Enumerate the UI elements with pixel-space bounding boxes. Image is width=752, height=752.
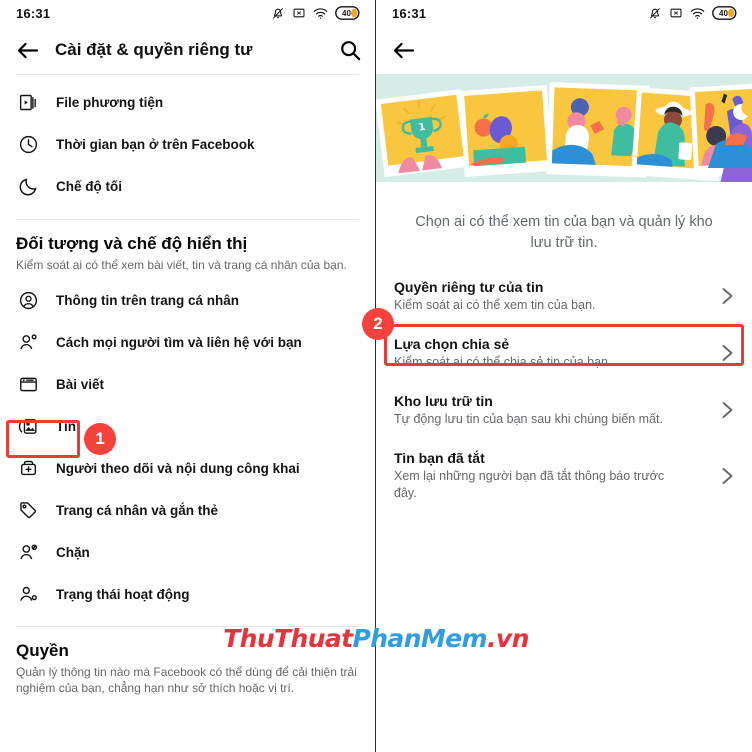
- status-time: 16:31: [392, 5, 427, 21]
- person-search-icon: [16, 331, 40, 355]
- x-box-icon: [670, 8, 682, 18]
- option-title: Kho lưu trữ tin: [394, 392, 493, 409]
- option-title: Lựa chọn chia sẻ: [394, 335, 510, 352]
- section-subtitle: Quản lý thông tin nào mà Facebook có thể…: [16, 664, 357, 696]
- option-text: Quyền riêng tư của tin Kiểm soát ai có t…: [394, 279, 708, 314]
- sidebar-item-label: Trạng thái hoạt động: [56, 587, 190, 603]
- back-arrow-icon[interactable]: [392, 41, 415, 60]
- annotation-badge-1: 1: [84, 423, 116, 455]
- status-icons: 40: [648, 6, 738, 20]
- page-title: Cài đặt & quyền riêng tư: [55, 40, 253, 59]
- option-story-privacy[interactable]: Quyền riêng tư của tin Kiểm soát ai có t…: [376, 268, 752, 325]
- status-time: 16:31: [16, 5, 51, 21]
- annotation-badge-2: 2: [362, 308, 394, 340]
- wifi-icon: [313, 7, 328, 19]
- battery-level: 40: [719, 8, 728, 18]
- sidebar-item-active-status[interactable]: Trạng thái hoạt động: [0, 574, 375, 616]
- sidebar-item-posts[interactable]: Bài viết: [0, 364, 375, 406]
- tag-icon: [16, 499, 40, 523]
- media-files-icon: [16, 90, 40, 114]
- left-top-list: File phương tiện Thời gian bạn ở trên Fa…: [0, 75, 375, 207]
- option-title: Quyền riêng tư của tin: [394, 279, 544, 296]
- sidebar-item-profile-info[interactable]: Thông tin trên trang cá nhân: [0, 280, 375, 322]
- battery-icon: 40: [712, 6, 738, 20]
- chevron-right-icon: [718, 344, 736, 362]
- right-nav-bar: [376, 26, 752, 74]
- watermark-part-2: PhanMem: [352, 624, 488, 653]
- option-sharing-options[interactable]: Lựa chọn chia sẻ Kiểm soát ai có thể chi…: [376, 325, 752, 382]
- hero-caption: Chọn ai có thể xem tin của bạn và quản l…: [415, 214, 713, 252]
- sidebar-item-label: Bài viết: [56, 377, 105, 393]
- block-icon: [16, 541, 40, 565]
- status-bar-left: 16:31 40: [0, 0, 375, 26]
- sidebar-item-label: Trang cá nhân và gắn thẻ: [56, 503, 219, 519]
- chevron-right-icon: [718, 287, 736, 305]
- option-subtitle: Kiểm soát ai có thể chia sẻ tin của bạn.: [394, 354, 612, 369]
- sidebar-item-time-on-facebook[interactable]: Thời gian bạn ở trên Facebook: [0, 123, 375, 165]
- sidebar-item-stories[interactable]: Tin: [0, 406, 375, 448]
- posts-icon: [16, 373, 40, 397]
- bell-muted-icon: [272, 8, 284, 19]
- option-text: Kho lưu trữ tin Tự động lưu tin của bạn …: [394, 393, 708, 428]
- section-title: Đối tượng và chế độ hiển thị: [16, 234, 248, 253]
- clock-icon: [16, 132, 40, 156]
- option-subtitle: Xem lại những người bạn đã tắt thông báo…: [394, 468, 665, 500]
- left-audience-list: Thông tin trên trang cá nhân Cách mọi ng…: [0, 278, 375, 616]
- chevron-right-icon: [718, 401, 736, 419]
- section-subtitle: Kiểm soát ai có thể xem bài viết, tin và…: [16, 258, 347, 272]
- watermark: ThuThuatPhanMem.vn: [0, 624, 752, 653]
- option-subtitle: Kiểm soát ai có thể xem tin của bạn.: [394, 298, 596, 313]
- watermark-part-1: ThuThuat: [223, 624, 353, 653]
- sidebar-item-label: Cách mọi người tìm và liên hệ với bạn: [56, 335, 302, 351]
- sidebar-item-blocking[interactable]: Chặn: [0, 532, 375, 574]
- sidebar-item-label: Người theo dõi và nội dung công khai: [56, 461, 300, 477]
- sidebar-item-label: Tin: [56, 419, 76, 435]
- section-audience: Đối tượng và chế độ hiển thị Kiểm soát a…: [0, 220, 375, 278]
- left-nav-bar: Cài đặt & quyền riêng tư: [0, 26, 375, 74]
- option-muted-stories[interactable]: Tin bạn đã tắt Xem lại những người bạn đ…: [376, 439, 752, 513]
- sidebar-item-label: Chặn: [56, 545, 90, 561]
- option-text: Tin bạn đã tắt Xem lại những người bạn đ…: [394, 450, 708, 502]
- search-icon[interactable]: [339, 39, 361, 61]
- option-title: Tin bạn đã tắt: [394, 449, 485, 466]
- option-subtitle: Tự động lưu tin của bạn sau khi chúng bi…: [394, 411, 663, 426]
- x-box-icon: [293, 8, 305, 18]
- stories-hero-illustration: 1: [376, 74, 752, 194]
- chevron-right-icon: [718, 467, 736, 485]
- battery-icon: 40: [335, 6, 361, 20]
- sidebar-item-followers[interactable]: Người theo dõi và nội dung công khai: [0, 448, 375, 490]
- sidebar-item-dark-mode[interactable]: Chế độ tối: [0, 165, 375, 207]
- stories-icon: [16, 415, 40, 439]
- back-arrow-icon[interactable]: [16, 41, 39, 60]
- sidebar-item-media-files[interactable]: File phương tiện: [0, 81, 375, 123]
- sidebar-item-label: Thông tin trên trang cá nhân: [56, 293, 239, 309]
- bell-muted-icon: [649, 8, 661, 19]
- followers-icon: [16, 457, 40, 481]
- moon-icon: [16, 174, 40, 198]
- stories-options-list: Quyền riêng tư của tin Kiểm soát ai có t…: [376, 268, 752, 512]
- status-icons: 40: [271, 6, 361, 20]
- wifi-icon: [690, 7, 705, 19]
- sidebar-item-label: Chế độ tối: [56, 178, 122, 194]
- dual-screenshot: 16:31 40 Cài đặt & quyền riêng tư File p…: [0, 0, 752, 752]
- battery-level: 40: [342, 8, 351, 18]
- sidebar-item-how-people-find-you[interactable]: Cách mọi người tìm và liên hệ với bạn: [0, 322, 375, 364]
- sidebar-item-label: File phương tiện: [56, 94, 164, 110]
- option-text: Lựa chọn chia sẻ Kiểm soát ai có thể chi…: [394, 336, 708, 371]
- sidebar-item-profile-and-tagging[interactable]: Trang cá nhân và gắn thẻ: [0, 490, 375, 532]
- status-bar-right: 16:31 40: [376, 0, 752, 26]
- option-story-archive[interactable]: Kho lưu trữ tin Tự động lưu tin của bạn …: [376, 382, 752, 439]
- watermark-part-3: .vn: [487, 624, 529, 653]
- active-status-icon: [16, 583, 40, 607]
- sidebar-item-label: Thời gian bạn ở trên Facebook: [56, 136, 255, 152]
- profile-info-icon: [16, 289, 40, 313]
- svg-text:1: 1: [418, 122, 426, 134]
